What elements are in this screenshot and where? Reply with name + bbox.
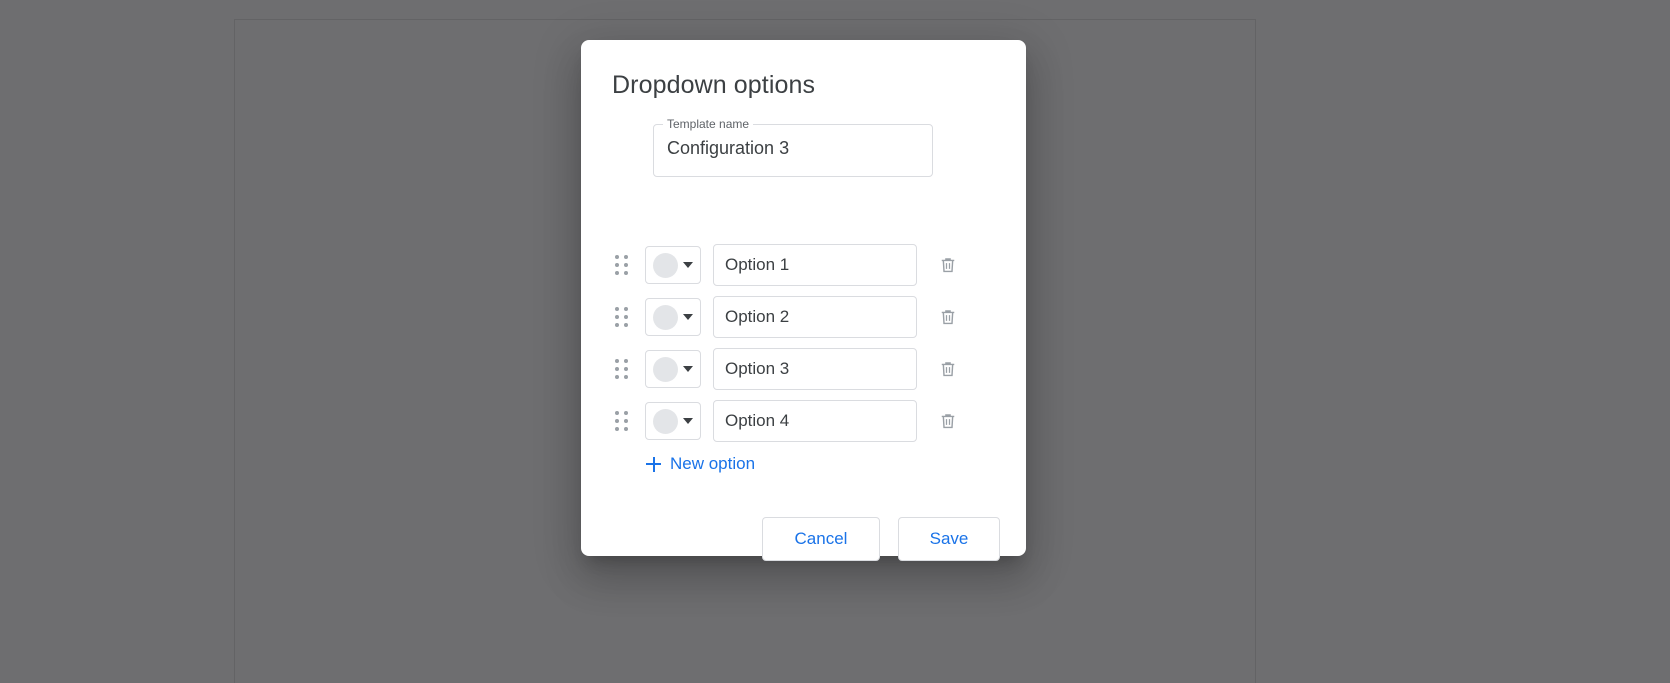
drag-handle-icon[interactable] [614, 253, 630, 277]
chevron-down-icon [683, 262, 693, 268]
cancel-button[interactable]: Cancel [762, 517, 880, 561]
chevron-down-icon [683, 366, 693, 372]
template-name-input[interactable]: Configuration 3 [667, 138, 789, 159]
drag-handle-icon[interactable] [614, 409, 630, 433]
drag-handle-icon[interactable] [614, 305, 630, 329]
template-name-label: Template name [663, 116, 754, 132]
trash-icon [941, 414, 955, 429]
new-option-label: New option [670, 454, 756, 473]
delete-option-button[interactable] [935, 304, 961, 330]
option-text-input[interactable]: Option 1 [713, 244, 917, 286]
delete-option-button[interactable] [935, 252, 961, 278]
option-color-select[interactable] [645, 350, 701, 388]
option-color-select[interactable] [645, 298, 701, 336]
color-swatch [653, 304, 678, 330]
color-swatch [653, 408, 678, 434]
drag-handle-icon[interactable] [614, 357, 630, 381]
dropdown-options-dialog: Dropdown options Template name Configura… [581, 40, 1026, 561]
dialog-actions: Cancel Save [762, 517, 1000, 561]
option-color-select[interactable] [645, 246, 701, 284]
option-row: Option 3 [581, 343, 1026, 395]
trash-icon [941, 310, 955, 325]
trash-icon [941, 258, 955, 273]
dialog-title: Dropdown options [612, 71, 816, 99]
screen: Dropdown options Template name Configura… [0, 0, 1670, 683]
chevron-down-icon [683, 314, 693, 320]
new-option-button[interactable]: New option [646, 454, 755, 474]
template-name-field[interactable]: Template name Configuration 3 [653, 116, 933, 177]
option-row: Option 1 [581, 239, 1026, 291]
options-list: Option 1 Option 2 Option 3 Option 4 [581, 239, 1026, 447]
chevron-down-icon [683, 418, 693, 424]
option-text-input[interactable]: Option 4 [713, 400, 917, 442]
save-button[interactable]: Save [898, 517, 1000, 561]
option-row: Option 4 [581, 395, 1026, 447]
color-swatch [653, 356, 678, 382]
option-text-input[interactable]: Option 2 [713, 296, 917, 338]
option-text-input[interactable]: Option 3 [713, 348, 917, 390]
trash-icon [941, 362, 955, 377]
delete-option-button[interactable] [935, 408, 961, 434]
option-color-select[interactable] [645, 402, 701, 440]
delete-option-button[interactable] [935, 356, 961, 382]
color-swatch [653, 252, 678, 278]
plus-icon [646, 456, 661, 472]
option-row: Option 2 [581, 291, 1026, 343]
